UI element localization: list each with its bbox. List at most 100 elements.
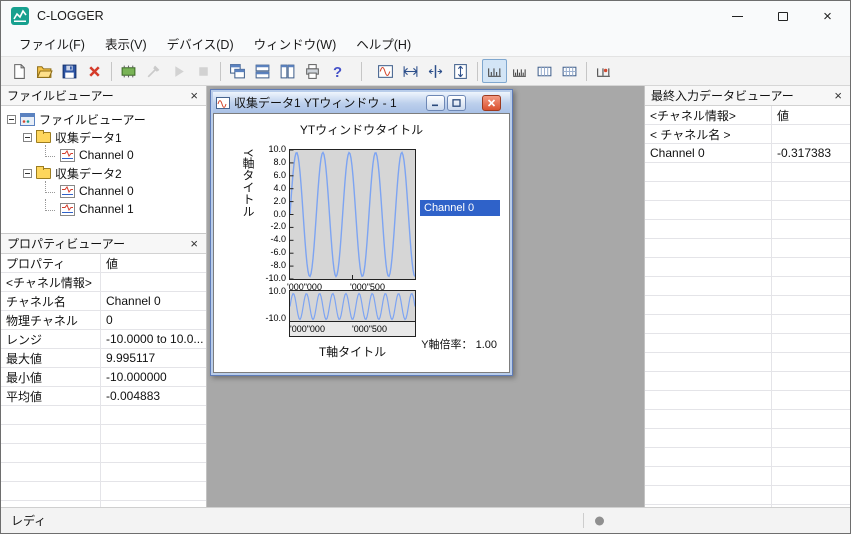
- tree-channel-2-1[interactable]: Channel 0: [1, 181, 206, 200]
- fit-time-axis-icon[interactable]: [398, 59, 423, 83]
- property-viewer-panel: プロパティビューアー × プロパティ値 <チャネル情報> チャネル名 Channel …: [1, 234, 206, 507]
- property-empty-row: [1, 463, 206, 482]
- time-scale-1-icon[interactable]: [482, 59, 507, 83]
- time-scale-2-icon[interactable]: [507, 59, 532, 83]
- property-viewer-header: プロパティビューアー ×: [1, 234, 206, 254]
- save-file-icon[interactable]: [57, 59, 82, 83]
- expander-icon[interactable]: [7, 114, 16, 124]
- property-row[interactable]: 物理チャネル 0: [1, 311, 206, 330]
- delete-icon[interactable]: [82, 59, 107, 83]
- last-input-cell: [645, 315, 772, 333]
- expander-icon[interactable]: [23, 132, 32, 142]
- last-input-cell: [645, 467, 772, 485]
- yt-window-icon[interactable]: [373, 59, 398, 83]
- expander-icon[interactable]: [23, 168, 32, 178]
- yt-window-title: 収集データ1 YTウィンドウ - 1: [234, 96, 397, 110]
- overview-x-tick-label: '000"000: [290, 324, 325, 334]
- main-plot[interactable]: [289, 149, 416, 280]
- last-input-empty-row: [645, 315, 850, 334]
- last-input-cell: [645, 448, 772, 466]
- menubar: ファイル(F) 表示(V) デバイス(D) ウィンドウ(W) ヘルプ(H): [1, 31, 850, 57]
- property-cell: <チャネル情報>: [1, 273, 101, 291]
- property-cell: 最小値: [1, 368, 101, 386]
- stop-acquisition-icon[interactable]: [191, 59, 216, 83]
- property-cell: [1, 482, 101, 500]
- toolbar-separator: [477, 61, 478, 81]
- overview-x-tick-label: '000"500: [352, 324, 387, 334]
- last-input-cell: [772, 467, 850, 485]
- overview-plot[interactable]: '000"000 '000"500: [289, 290, 416, 337]
- start-acquisition-icon[interactable]: [166, 59, 191, 83]
- yt-window-titlebar[interactable]: 収集データ1 YTウィンドウ - 1: [213, 92, 510, 113]
- print-icon[interactable]: [300, 59, 325, 83]
- last-input-cell: Channel 0: [645, 144, 772, 162]
- last-input-row[interactable]: < チャネル名 >: [645, 125, 850, 144]
- tree-item-root[interactable]: ファイルビューアー: [1, 110, 206, 128]
- file-viewer-title: ファイルビューアー: [7, 89, 114, 103]
- last-input-empty-row: [645, 467, 850, 486]
- tile-vertical-icon[interactable]: [275, 59, 300, 83]
- yt-maximize-button[interactable]: [447, 94, 466, 111]
- property-row[interactable]: 最大値 9.995117: [1, 349, 206, 368]
- property-row[interactable]: レンジ -10.0000 to 10.0...: [1, 330, 206, 349]
- property-empty-row: [1, 425, 206, 444]
- last-input-empty-row: [645, 353, 850, 372]
- last-input-cell: [772, 125, 850, 143]
- last-input-viewer-close-icon[interactable]: ×: [832, 89, 844, 102]
- tile-horizontal-icon[interactable]: [250, 59, 275, 83]
- time-scale-4-icon[interactable]: [557, 59, 582, 83]
- property-row[interactable]: <チャネル情報>: [1, 273, 206, 292]
- menu-item-3[interactable]: デバイス(D): [157, 30, 244, 57]
- property-cell: 最大値: [1, 349, 101, 367]
- legend-channel-0[interactable]: Channel 0: [420, 200, 500, 216]
- fit-y-axis-icon[interactable]: [448, 59, 473, 83]
- tree-channel-2-2[interactable]: Channel 1: [1, 199, 206, 218]
- statusbar-divider: [583, 513, 584, 528]
- menu-item-1[interactable]: ファイル(F): [9, 30, 95, 57]
- last-input-cell: [772, 429, 850, 447]
- last-input-empty-row: [645, 429, 850, 448]
- tree-folder-2[interactable]: 収集データ2: [1, 164, 206, 182]
- property-cell: [1, 406, 101, 424]
- new-file-icon[interactable]: [7, 59, 32, 83]
- time-scale-3-icon[interactable]: [532, 59, 557, 83]
- open-file-icon[interactable]: [32, 59, 57, 83]
- tree-channel-1-1[interactable]: Channel 0: [1, 145, 206, 164]
- close-button[interactable]: ×: [805, 1, 850, 31]
- last-input-cell: [772, 182, 850, 200]
- yt-window[interactable]: 収集データ1 YTウィンドウ - 1 YTウィンドウタイトル Y軸タイトル 10…: [210, 89, 513, 376]
- app-icon: [11, 7, 29, 25]
- last-input-empty-row: [645, 448, 850, 467]
- channel-icon: [60, 184, 75, 198]
- property-cell: 0: [106, 313, 113, 327]
- tree-folder-1[interactable]: 収集データ1: [1, 128, 206, 146]
- last-input-empty-row: [645, 201, 850, 220]
- minimize-button[interactable]: [715, 1, 760, 31]
- property-row[interactable]: チャネル名 Channel 0: [1, 292, 206, 311]
- y-tick-label: 10.0: [268, 144, 286, 154]
- y-tick-label: 6.0: [273, 169, 286, 180]
- property-row[interactable]: 平均値 -0.004883: [1, 387, 206, 406]
- measure-setup-icon[interactable]: [141, 59, 166, 83]
- chart-title: YTウィンドウタイトル: [299, 123, 424, 137]
- last-input-cell: [772, 201, 850, 219]
- property-viewer-close-icon[interactable]: ×: [188, 237, 200, 250]
- y-tick-label: 2.0: [273, 195, 286, 206]
- cascade-windows-icon[interactable]: [225, 59, 250, 83]
- file-viewer-close-icon[interactable]: ×: [188, 89, 200, 102]
- tree-item-label: ファイルビューアー: [39, 112, 146, 127]
- device-setup-icon[interactable]: [116, 59, 141, 83]
- yt-minimize-button[interactable]: [426, 94, 445, 111]
- menu-item-4[interactable]: ウィンドウ(W): [244, 30, 347, 57]
- menu-item-5[interactable]: ヘルプ(H): [346, 30, 421, 57]
- last-input-row[interactable]: Channel 0 -0.317383: [645, 144, 850, 163]
- property-cell: [101, 444, 206, 462]
- cursor-icon[interactable]: [423, 59, 448, 83]
- maximize-button[interactable]: [760, 1, 805, 31]
- help-icon[interactable]: ?: [325, 59, 350, 83]
- yt-close-button[interactable]: [482, 94, 501, 111]
- property-row[interactable]: 最小値 -10.000000: [1, 368, 206, 387]
- menu-item-2[interactable]: 表示(V): [95, 30, 157, 57]
- time-scale-5-icon[interactable]: [591, 59, 616, 83]
- last-input-cell: [772, 315, 850, 333]
